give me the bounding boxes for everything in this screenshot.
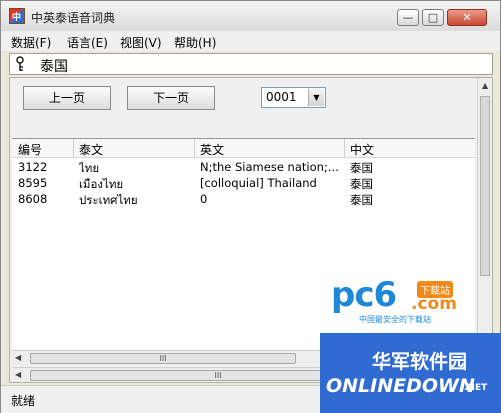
page-select-value: 0001: [266, 90, 297, 104]
table-row[interactable]: 3122 ไทย N;the Siamese nation;... 泰国: [12, 160, 475, 175]
menu-help[interactable]: 帮助(H): [174, 34, 216, 51]
pc6-domain: .com: [411, 294, 457, 314]
pc6-slogan: 中国最安全的下载站: [359, 315, 431, 324]
column-divider[interactable]: [194, 139, 195, 157]
column-divider[interactable]: [73, 139, 74, 157]
search-bar[interactable]: 泰国: [9, 53, 493, 75]
table-header: 编号 泰文 英文 中文: [12, 139, 475, 158]
onlinedown-cn-text: 华军软件园: [372, 351, 468, 373]
vertical-scroll-thumb[interactable]: [480, 96, 490, 276]
menu-data[interactable]: 数据(F): [11, 34, 51, 51]
scroll-left-icon[interactable]: ◀: [15, 370, 21, 379]
scroll-left-icon[interactable]: ◀: [15, 353, 21, 362]
scroll-up-icon[interactable]: ▲: [482, 81, 488, 90]
page-select[interactable]: 0001 ▼: [261, 87, 326, 108]
pc6-watermark: pc6 下载站 .com 中国最安全的下载站: [331, 275, 458, 327]
key-icon: [14, 56, 26, 76]
onlinedown-watermark: 华军软件园 ONLINEDOWN .NET: [320, 333, 501, 413]
header-english[interactable]: 英文: [200, 141, 224, 158]
app-icon-text: 中: [12, 13, 22, 23]
search-input[interactable]: 泰国: [40, 56, 68, 76]
onlinedown-tld: .NET: [464, 383, 488, 393]
cell-chinese: 泰国: [350, 161, 373, 175]
window-title: 中英泰语音词典: [31, 11, 116, 25]
table-row[interactable]: 8595 เมืองไทย [colloquial] Thailand 泰国: [12, 176, 475, 191]
minimize-button[interactable]: —: [397, 9, 419, 26]
column-divider[interactable]: [344, 139, 345, 157]
status-text: 就绪: [11, 394, 36, 408]
app-icon: 中: [9, 8, 25, 24]
chevron-down-icon[interactable]: ▼: [308, 89, 324, 106]
cell-english: 0: [200, 192, 208, 206]
title-bar[interactable]: 中 中英泰语音词典 — □ ✕: [1, 1, 500, 32]
header-thai[interactable]: 泰文: [79, 141, 103, 158]
close-button[interactable]: ✕: [447, 9, 487, 26]
cell-id: 8608: [18, 192, 48, 206]
menu-language[interactable]: 语言(E): [67, 34, 108, 51]
menu-bar: 数据(F) 语言(E) 视图(V) 帮助(H): [1, 31, 500, 51]
cell-chinese: 泰国: [350, 177, 373, 191]
table-scroll-thumb[interactable]: III: [30, 353, 296, 364]
prev-page-button[interactable]: 上一页: [23, 86, 111, 110]
cell-id: 8595: [18, 176, 48, 190]
header-chinese[interactable]: 中文: [350, 141, 374, 158]
maximize-button[interactable]: □: [422, 9, 444, 26]
pc6-logo: pc6: [331, 275, 397, 315]
table-row[interactable]: 8608 ประเทศไทย 0 泰国: [12, 192, 475, 207]
onlinedown-en-text: ONLINEDOWN: [326, 375, 475, 397]
cell-english: [colloquial] Thailand: [200, 176, 317, 190]
cell-chinese: 泰国: [350, 193, 373, 207]
vertical-scrollbar[interactable]: ▲ ▼: [477, 78, 492, 362]
menu-view[interactable]: 视图(V): [120, 34, 162, 51]
header-id[interactable]: 编号: [18, 141, 42, 158]
cell-thai: ประเทศไทย: [79, 193, 138, 207]
cell-id: 3122: [18, 160, 48, 174]
next-page-button[interactable]: 下一页: [127, 86, 215, 110]
cell-english: N;the Siamese nation;...: [200, 160, 339, 174]
